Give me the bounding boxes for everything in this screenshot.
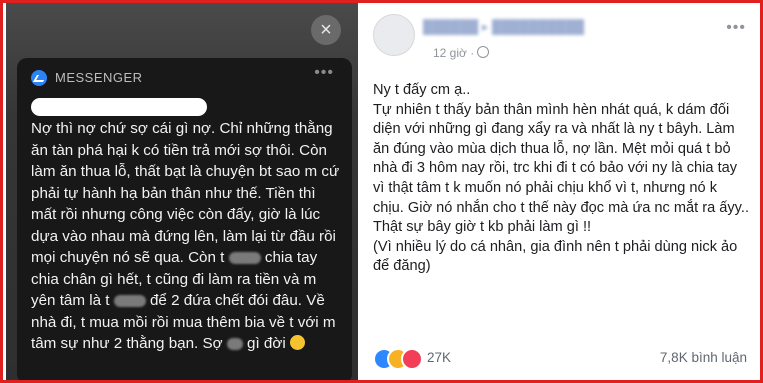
post-body: Ny t đấy cm ạ.. Tự nhiên t thấy bản thân… [373,81,751,277]
post-time[interactable]: 12 giờ · [433,46,490,60]
reactions-bar: 27K 7,8K bình luận [373,347,747,370]
more-options-icon[interactable]: ••• [314,64,334,82]
close-button[interactable]: × [311,15,341,45]
post-line: Tự nhiên t thấy bản thân mình hèn nhát q… [373,101,749,236]
thinking-emoji-icon [289,335,305,350]
post-more-options-icon[interactable]: ••• [726,19,746,37]
globe-icon [477,46,490,58]
app-name: MESSENGER [55,70,143,85]
message-part: gì đời [247,335,286,352]
post-line: (Vì nhiều lý do cá nhân, gia đình nên t … [373,238,738,275]
censored-word [226,337,243,350]
sender-name-redacted [31,98,207,116]
message-part: Nợ thì nợ chứ sợ cái gì nợ. Chỉ những th… [31,120,340,266]
censored-word [113,294,146,307]
comment-count[interactable]: 7,8K bình luận [660,350,747,365]
facebook-post-panel: ██████ ▸ ██████████ 12 giờ · ••• Ny t đấ… [359,3,760,380]
messenger-icon [31,70,47,86]
censored-word [228,251,261,264]
screenshot-frame: × MESSENGER ••• Nợ thì nợ chứ sợ cái gì … [0,0,763,383]
notification-card[interactable]: MESSENGER ••• Nợ thì nợ chứ sợ cái gì nợ… [17,58,352,380]
post-line: Ny t đấy cm ạ.. [373,82,471,98]
message-body: Nợ thì nợ chứ sợ cái gì nợ. Chỉ những th… [31,118,343,355]
author-name-redacted[interactable]: ██████ ▸ ██████████ [423,19,584,35]
love-icon[interactable] [401,348,423,370]
message-part: Còn t [188,249,225,266]
avatar[interactable] [373,14,415,56]
messenger-notification-panel: × MESSENGER ••• Nợ thì nợ chứ sợ cái gì … [6,3,358,380]
reaction-count[interactable]: 27K [427,350,451,365]
